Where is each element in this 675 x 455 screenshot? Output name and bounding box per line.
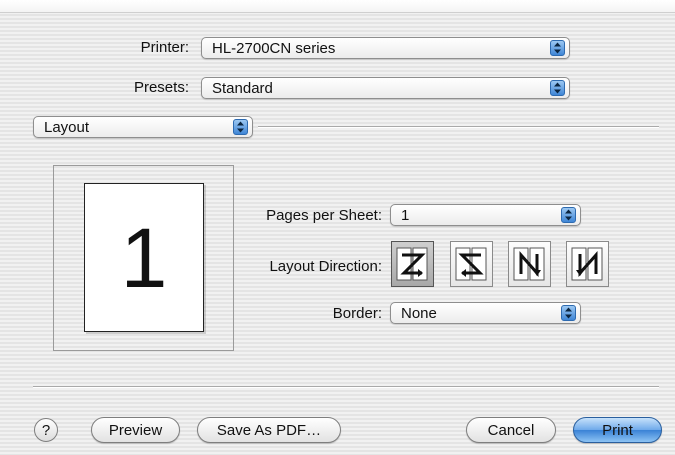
direction-z-right-left-button[interactable] bbox=[450, 241, 493, 287]
pages-per-sheet-popup[interactable]: 1 bbox=[390, 204, 581, 226]
popup-arrows-icon bbox=[550, 80, 565, 96]
print-button-label: Print bbox=[602, 421, 633, 439]
z-left-right-icon bbox=[396, 247, 428, 281]
preview-button-label: Preview bbox=[108, 421, 163, 439]
direction-z-left-right-button[interactable] bbox=[391, 241, 434, 287]
printer-value: HL-2700CN series bbox=[212, 40, 336, 57]
pages-per-sheet-label: Pages per Sheet: bbox=[266, 207, 382, 224]
popup-arrows-icon bbox=[561, 305, 576, 321]
save-as-pdf-button[interactable]: Save As PDF… bbox=[197, 417, 341, 443]
border-popup[interactable]: None bbox=[390, 302, 581, 324]
cancel-button-label: Cancel bbox=[487, 421, 535, 439]
preview-button[interactable]: Preview bbox=[91, 417, 180, 443]
save-as-pdf-button-label: Save As PDF… bbox=[216, 421, 322, 439]
window-top-edge bbox=[0, 0, 675, 13]
panel-value: Layout bbox=[44, 119, 90, 136]
popup-arrows-icon bbox=[561, 207, 576, 223]
border-value: None bbox=[401, 305, 437, 322]
panel-popup[interactable]: Layout bbox=[33, 116, 253, 138]
help-button[interactable]: ? bbox=[34, 418, 58, 442]
direction-n-left-button[interactable] bbox=[508, 241, 551, 287]
printer-label: Printer: bbox=[140, 39, 189, 56]
pages-per-sheet-value: 1 bbox=[401, 207, 410, 224]
popup-arrows-icon bbox=[233, 119, 248, 135]
cancel-button[interactable]: Cancel bbox=[466, 417, 556, 443]
panel-separator bbox=[258, 126, 659, 128]
popup-arrows-icon bbox=[550, 40, 565, 56]
footer-separator bbox=[33, 386, 659, 388]
presets-value: Standard bbox=[212, 80, 273, 97]
help-icon: ? bbox=[41, 421, 51, 439]
n-top-bottom-left-icon bbox=[513, 247, 545, 281]
presets-label: Presets: bbox=[133, 79, 189, 96]
direction-n-right-button[interactable] bbox=[566, 241, 609, 287]
preview-page-number: 1 bbox=[120, 210, 168, 305]
layout-preview-page: 1 bbox=[84, 183, 204, 332]
border-label: Border: bbox=[332, 305, 382, 322]
presets-popup[interactable]: Standard bbox=[201, 77, 570, 99]
n-top-bottom-right-icon bbox=[571, 247, 603, 281]
layout-direction-label: Layout Direction: bbox=[269, 258, 382, 275]
printer-popup[interactable]: HL-2700CN series bbox=[201, 37, 570, 59]
z-right-left-icon bbox=[455, 247, 487, 281]
print-button[interactable]: Print bbox=[573, 417, 662, 443]
